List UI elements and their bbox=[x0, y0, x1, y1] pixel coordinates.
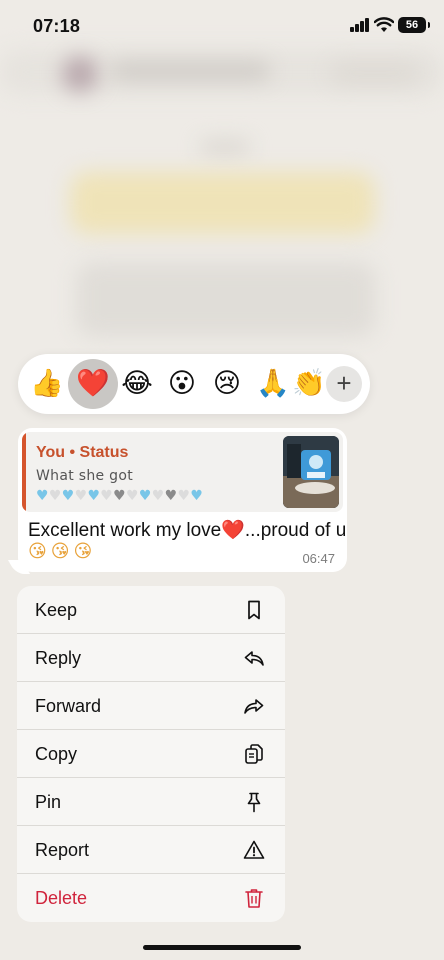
wifi-icon bbox=[374, 17, 394, 32]
gray-heart-icon: ♥ bbox=[164, 488, 178, 504]
menu-item-copy[interactable]: Copy bbox=[17, 730, 285, 778]
gray-heart-icon: ♥ bbox=[113, 488, 127, 504]
menu-item-report[interactable]: Report bbox=[17, 826, 285, 874]
menu-item-label: Report bbox=[35, 840, 90, 860]
message-bubble[interactable]: You • Status What she got ♥♥♥♥♥♥♥♥♥♥♥♥♥ … bbox=[18, 428, 347, 572]
pin-icon bbox=[247, 792, 261, 813]
blurred-contact-name bbox=[110, 62, 270, 80]
reaction-folded-hands[interactable]: 🙏 bbox=[252, 363, 294, 405]
reaction-crying[interactable]: 😢 bbox=[206, 363, 248, 405]
reaction-bar: 👍 ❤️ 😂 😮 😢 🙏 👏 + bbox=[18, 354, 370, 414]
menu-item-forward[interactable]: Forward bbox=[17, 682, 285, 730]
menu-item-delete[interactable]: Delete bbox=[17, 874, 285, 922]
quote-text-prefix: What she got bbox=[36, 468, 134, 484]
cellular-signal-icon bbox=[350, 18, 370, 32]
quote-hearts: ♥♥♥♥♥♥♥♥♥♥♥♥♥ bbox=[36, 488, 203, 504]
message-text: Excellent work my love❤️...proud of u bbox=[28, 520, 347, 541]
blue-heart-icon: ♥ bbox=[36, 488, 49, 504]
menu-item-label: Keep bbox=[35, 600, 78, 620]
quoted-status[interactable]: You • Status What she got ♥♥♥♥♥♥♥♥♥♥♥♥♥ bbox=[22, 432, 343, 512]
message-emojis: 😘😘😘 bbox=[28, 541, 97, 562]
menu-item-label: Copy bbox=[35, 744, 78, 764]
warning-icon bbox=[243, 840, 265, 859]
status-time: 07:18 bbox=[33, 16, 81, 36]
menu-item-reply[interactable]: Reply bbox=[17, 634, 285, 682]
white-heart-icon: ♥ bbox=[74, 488, 88, 504]
blue-heart-icon: ♥ bbox=[61, 488, 75, 504]
white-heart-icon: ♥ bbox=[151, 488, 165, 504]
menu-item-label: Pin bbox=[35, 792, 62, 812]
context-menu: Keep Reply Forward Copy Pin Report Delet… bbox=[17, 586, 285, 922]
trash-icon bbox=[245, 889, 263, 908]
quote-accent-bar bbox=[22, 432, 26, 512]
quote-text: What she got ♥♥♥♥♥♥♥♥♥♥♥♥♥ bbox=[36, 466, 286, 506]
blue-heart-icon: ♥ bbox=[190, 488, 204, 504]
menu-item-pin[interactable]: Pin bbox=[17, 778, 285, 826]
message-timestamp: 06:47 bbox=[302, 551, 335, 566]
more-reactions-button[interactable]: + bbox=[326, 366, 362, 402]
blue-heart-icon: ♥ bbox=[87, 488, 101, 504]
blurred-message bbox=[76, 262, 376, 337]
white-heart-icon: ♥ bbox=[48, 488, 62, 504]
quote-author: You • Status bbox=[36, 444, 129, 461]
home-indicator[interactable] bbox=[143, 945, 301, 950]
white-heart-icon: ♥ bbox=[126, 488, 139, 504]
reaction-thumbs-up[interactable]: 👍 bbox=[26, 363, 68, 405]
reaction-surprised[interactable]: 😮 bbox=[161, 363, 203, 405]
blurred-avatar bbox=[62, 56, 98, 92]
status-thumbnail bbox=[283, 436, 339, 508]
blue-heart-icon: ♥ bbox=[138, 488, 152, 504]
blurred-date-chip bbox=[200, 140, 250, 154]
blurred-encryption-notice bbox=[70, 172, 375, 234]
reply-icon bbox=[244, 651, 264, 666]
menu-item-keep[interactable]: Keep bbox=[17, 586, 285, 634]
white-heart-icon: ♥ bbox=[100, 488, 114, 504]
menu-item-label: Delete bbox=[35, 888, 88, 908]
reaction-tears-of-joy[interactable]: 😂 bbox=[116, 363, 158, 405]
menu-item-label: Reply bbox=[35, 648, 82, 668]
menu-item-label: Forward bbox=[35, 696, 102, 716]
reaction-heart[interactable]: ❤️ bbox=[68, 359, 118, 409]
forward-icon bbox=[244, 699, 264, 714]
bookmark-icon bbox=[248, 600, 260, 620]
status-bar: 07:18 56 bbox=[0, 0, 444, 50]
white-heart-icon: ♥ bbox=[177, 488, 191, 504]
blurred-call-icons bbox=[330, 62, 420, 84]
reaction-clapping[interactable]: 👏 bbox=[292, 363, 322, 405]
battery-icon: 56 bbox=[398, 17, 430, 33]
copy-icon bbox=[245, 744, 263, 764]
